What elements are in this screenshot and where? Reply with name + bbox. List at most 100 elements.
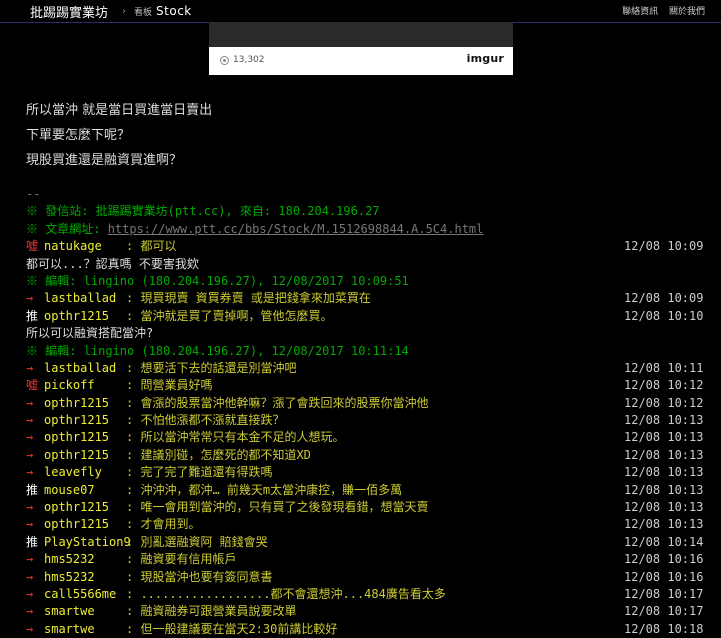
push-user-id: opthr1215 (44, 447, 110, 462)
push-colon: : (126, 447, 141, 462)
signature-dashes: -- (26, 187, 41, 201)
push-user-id: call5566me (44, 586, 117, 601)
push-message: 現股當沖也要有簽同意書 (140, 569, 273, 584)
push-tag: → (26, 465, 34, 480)
push-user-id: mouse07 (44, 482, 95, 497)
push-message: 完了完了難道還有得跌嗎 (140, 465, 273, 480)
body-line: 下單要怎麼下呢？ (26, 128, 131, 143)
push-tag: → (26, 360, 34, 375)
push-timestamp: 12/08 10:16 (624, 569, 704, 584)
push-timestamp: 12/08 10:10 (624, 308, 704, 323)
article-url-link[interactable]: https://www.ptt.cc/bbs/Stock/M.151269884… (108, 222, 484, 236)
push-user-id: opthr1215 (44, 413, 110, 428)
push-message: 現買現賣 資買券賣 或是把錢拿來加菜買在 (140, 291, 371, 306)
edit-note: ※ 編輯: lingino (180.204.196.27), 12/08/20… (26, 343, 409, 358)
push-user-id: smartwe (44, 621, 95, 636)
push-timestamp: 12/08 10:16 (624, 552, 704, 567)
push-user-id: hms5232 (44, 552, 95, 567)
push-row: 推 opthr1215: 當沖就是買了賣掉啊，管他怎麼買。 12/08 10:10 (26, 308, 716, 325)
push-timestamp: 12/08 10:13 (624, 482, 704, 497)
push-colon: : (126, 534, 141, 549)
push-row: → opthr1215: 建議別碰，怎麼死的都不知道XD 12/08 10:13 (26, 447, 716, 464)
push-row: → hms5232: 現股當沖也要有簽同意書 12/08 10:16 (26, 569, 716, 586)
topbar-links: 聯絡資訊 關於我們 (614, 4, 705, 17)
push-message: 融資融券可跟營業員說要改單 (140, 604, 297, 619)
push-tag: 推 (26, 308, 39, 323)
about-link[interactable]: 關於我們 (669, 7, 705, 17)
push-tag: 推 (26, 534, 39, 549)
push-colon: : (126, 569, 141, 584)
imgur-embed[interactable]: 13,302 imgur (209, 22, 513, 75)
push-user-id: leavefly (44, 465, 102, 480)
push-message: 所以當沖常常只有本金不足的人想玩。 (140, 430, 345, 445)
push-row: → smartwe: 融資融券可跟營業員說要改單 12/08 10:17 (26, 603, 716, 620)
push-row: → opthr1215: 唯一會用到當沖的，只有買了之後發現看錯，想當天賣 12/0… (26, 499, 716, 516)
push-user-id: opthr1215 (44, 430, 110, 445)
push-user-id: pickoff (44, 378, 95, 393)
push-tag: → (26, 586, 34, 601)
push-timestamp: 12/08 10:09 (624, 239, 704, 254)
push-row: → lastballad: 現買現賣 資買券賣 或是把錢拿來加菜買在 12/08 1… (26, 290, 716, 307)
push-message: 會漲的股票當沖他幹嘛？漲了會跌回來的股票你當沖他 (140, 395, 429, 410)
push-colon: : (126, 552, 141, 567)
push-timestamp: 12/08 10:17 (624, 604, 704, 619)
push-user-id: PlayStation9 (44, 534, 131, 549)
push-tag: → (26, 500, 34, 515)
push-timestamp: 12/08 10:13 (624, 500, 704, 515)
push-row: → hms5232: 融資要有信用帳戶 12/08 10:16 (26, 551, 716, 568)
push-tag: → (26, 447, 34, 462)
eye-icon (220, 55, 229, 65)
push-tag: → (26, 291, 34, 306)
push-tag: → (26, 517, 34, 532)
push-message: 融資要有信用帳戶 (140, 552, 237, 567)
push-tag: → (26, 430, 34, 445)
push-user-id: lastballad (44, 360, 117, 375)
push-message: 當沖就是買了賣掉啊，管他怎麼買。 (140, 308, 333, 323)
author-reply: 都可以...？認真嗎 不要害我欸 (26, 256, 199, 271)
push-tag: 噓 (26, 378, 39, 393)
push-user-id: natukage (44, 239, 102, 254)
push-timestamp: 12/08 10:13 (624, 447, 704, 462)
push-row: → opthr1215: 所以當沖常常只有本金不足的人想玩。 12/08 10:13 (26, 429, 716, 446)
author-reply: 所以可以融資搭配當沖? (26, 326, 154, 341)
push-timestamp: 12/08 10:09 (624, 291, 704, 306)
push-tag: → (26, 552, 34, 567)
board-name-link[interactable]: Stock (156, 4, 192, 18)
push-row: → opthr1215: 會漲的股票當沖他幹嘛？漲了會跌回來的股票你當沖他 12/0… (26, 395, 716, 412)
push-timestamp: 12/08 10:13 (624, 517, 704, 532)
breadcrumb-separator: › (122, 5, 127, 17)
push-row: → smartwe: 但一般建議要在當天2:30前講比較好 12/08 10:18 (26, 621, 716, 638)
push-timestamp: 12/08 10:13 (624, 430, 704, 445)
push-list: → lastballad: 想要活下去的話還是別當沖吧 12/08 10:11 噓 pi… (26, 360, 716, 638)
push-row: 推 PlayStation9: 別亂選融資阿 賠錢會哭 12/08 10:14 (26, 534, 716, 551)
contact-link[interactable]: 聯絡資訊 (622, 7, 658, 17)
push-timestamp: 12/08 10:11 (624, 360, 704, 375)
push-row: → leavefly: 完了完了難道還有得跌嗎 12/08 10:13 (26, 464, 716, 481)
push-tag: 推 (26, 482, 39, 497)
article-footer-and-pushes: -- ※ 發信站: 批踢踢實業坊(ptt.cc), 來自: 180.204.19… (26, 186, 716, 638)
push-colon: : (126, 430, 141, 445)
push-row: 噓 natukage: 都可以 12/08 10:09 (26, 238, 716, 255)
push-message: 才會用到。 (140, 517, 201, 532)
top-navigation-bar: 批踢踢實業坊 › 看板 Stock 聯絡資訊 關於我們 (0, 0, 721, 23)
imgur-logo[interactable]: imgur (467, 52, 504, 65)
push-user-id: opthr1215 (44, 395, 110, 410)
push-colon: : (126, 413, 141, 428)
push-message: 別亂選融資阿 賠錢會哭 (140, 534, 268, 549)
site-home-link[interactable]: 批踢踢實業坊 (0, 0, 117, 22)
push-timestamp: 12/08 10:17 (624, 586, 704, 601)
push-message: 沖沖沖，都沖… 前幾天m太當沖康控，賺一佰多萬 (140, 482, 403, 497)
push-tag: → (26, 569, 34, 584)
embedded-image[interactable] (209, 22, 513, 47)
signature-origin: ※ 發信站: 批踢踢實業坊(ptt.cc), 來自: 180.204.196.2… (26, 204, 380, 219)
push-user-id: smartwe (44, 604, 95, 619)
push-colon: : (126, 586, 141, 601)
push-colon: : (126, 291, 141, 306)
push-tag: → (26, 604, 34, 619)
push-colon: : (126, 517, 141, 532)
push-colon: : (126, 395, 141, 410)
push-tag: → (26, 413, 34, 428)
push-message: 唯一會用到當沖的，只有買了之後發現看錯，想當天賣 (140, 500, 429, 515)
push-message: 問營業員好嗎 (140, 378, 213, 393)
view-count-value: 13,302 (233, 55, 265, 65)
